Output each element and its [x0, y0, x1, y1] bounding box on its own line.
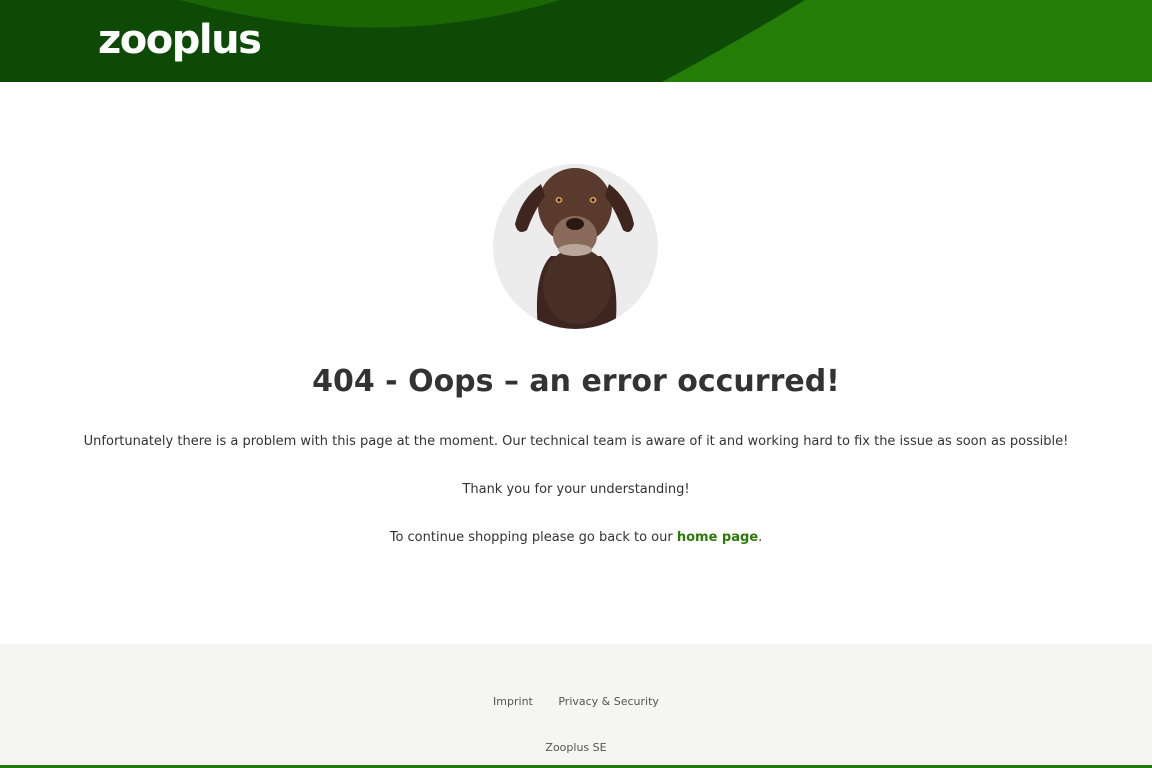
home-page-link[interactable]: home page — [677, 530, 758, 545]
company-name: Zooplus SE — [545, 741, 607, 754]
page-title: 404 - Oops – an error occurred! — [312, 364, 840, 399]
continue-prefix: To continue shopping please go back to o… — [389, 530, 677, 545]
site-footer: Imprint Privacy & Security Zooplus SE — [0, 644, 1152, 765]
continue-shopping-text: To continue shopping please go back to o… — [0, 528, 1152, 548]
thank-you-text: Thank you for your understanding! — [462, 482, 690, 497]
zooplus-logo[interactable]: zooplus — [98, 16, 262, 64]
error-description: Unfortunately there is a problem with th… — [83, 434, 1069, 449]
privacy-security-link[interactable]: Privacy & Security — [558, 695, 659, 708]
footer-links: Imprint Privacy & Security — [0, 694, 1152, 710]
imprint-link[interactable]: Imprint — [493, 695, 533, 708]
site-header: zooplus — [0, 0, 1152, 82]
error-content: 404 - Oops – an error occurred! Unfortun… — [0, 82, 1152, 644]
dog-photo — [493, 164, 658, 329]
continue-suffix: . — [758, 530, 763, 545]
